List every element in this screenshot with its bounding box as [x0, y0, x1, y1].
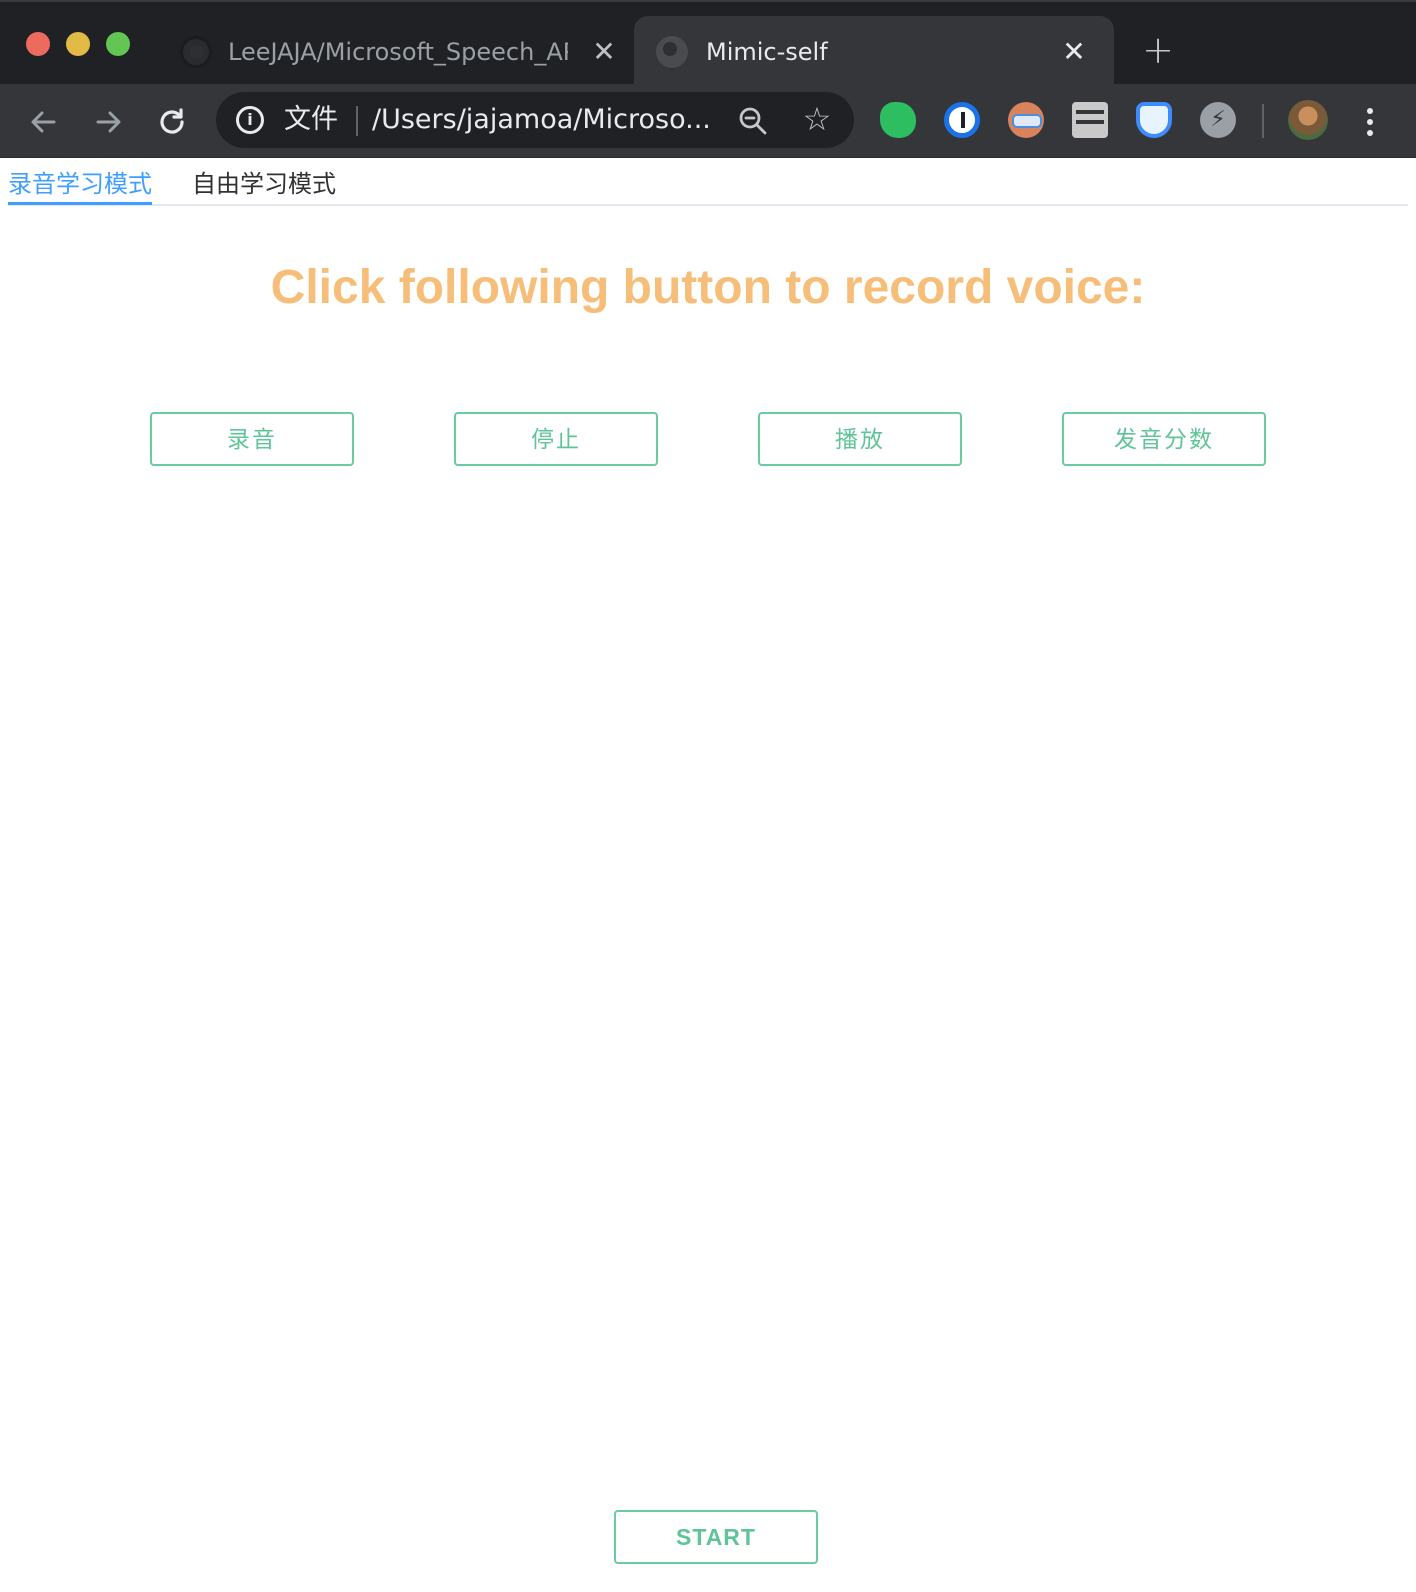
back-arrow-icon[interactable]: [24, 102, 64, 142]
start-button[interactable]: START: [614, 1510, 818, 1564]
omnibox-divider: [356, 106, 358, 136]
1password-icon[interactable]: [944, 102, 980, 138]
reload-icon[interactable]: [152, 102, 192, 142]
more-menu-icon[interactable]: [1352, 102, 1388, 142]
evernote-icon[interactable]: [880, 102, 916, 138]
url-text[interactable]: /Users/jajamoa/Microso...: [372, 102, 712, 138]
new-tab-button[interactable]: +: [1140, 31, 1176, 69]
browser-tab-github[interactable]: LeeJAJA/Microsoft_Speech_AP ✕: [160, 16, 634, 86]
forward-arrow-icon[interactable]: [88, 102, 128, 142]
close-tab-icon[interactable]: ✕: [1058, 34, 1090, 70]
bolt-icon[interactable]: ⚡: [1200, 102, 1236, 138]
address-bar[interactable]: i 文件 /Users/jajamoa/Microso... ☆: [216, 92, 854, 148]
stop-button[interactable]: 停止: [454, 412, 658, 466]
avatar-extension-icon[interactable]: [1008, 102, 1044, 138]
site-info-icon[interactable]: i: [236, 106, 264, 134]
window-close-button[interactable]: [26, 32, 50, 56]
tab-title: LeeJAJA/Microsoft_Speech_AP: [228, 38, 568, 66]
active-tab-indicator: [8, 202, 152, 205]
mode-tabs: 录音学习模式 自由学习模式: [8, 158, 1408, 206]
github-icon: [180, 36, 212, 68]
window-minimize-button[interactable]: [66, 32, 90, 56]
play-button[interactable]: 播放: [758, 412, 962, 466]
bookmark-star-icon[interactable]: ☆: [800, 102, 834, 136]
browser-tab-mimic-self[interactable]: Mimic-self ✕: [634, 16, 1114, 86]
tab-free-mode[interactable]: 自由学习模式: [192, 168, 336, 200]
page-title: Click following button to record voice:: [270, 261, 1146, 314]
scheme-label: 文件: [284, 104, 338, 135]
reader-icon[interactable]: [1072, 102, 1108, 138]
profile-avatar[interactable]: [1288, 100, 1328, 140]
tab-recording-mode[interactable]: 录音学习模式: [8, 168, 152, 200]
browser-toolbar: i 文件 /Users/jajamoa/Microso... ☆ ⚡: [0, 84, 1416, 158]
zoom-icon[interactable]: [736, 104, 770, 138]
browser-window: LeeJAJA/Microsoft_Speech_AP ✕ Mimic-self…: [0, 0, 1416, 1592]
diamond-icon[interactable]: [1136, 102, 1172, 138]
record-button[interactable]: 录音: [150, 412, 354, 466]
globe-icon: [656, 36, 688, 68]
page-content: 录音学习模式 自由学习模式 Click following button to …: [0, 158, 1416, 1592]
window-maximize-button[interactable]: [106, 32, 130, 56]
tab-strip: LeeJAJA/Microsoft_Speech_AP ✕ Mimic-self…: [0, 0, 1416, 86]
tab-title: Mimic-self: [706, 38, 828, 66]
toolbar-divider: [1262, 104, 1264, 138]
score-button[interactable]: 发音分数: [1062, 412, 1266, 466]
close-tab-icon[interactable]: ✕: [588, 34, 620, 70]
